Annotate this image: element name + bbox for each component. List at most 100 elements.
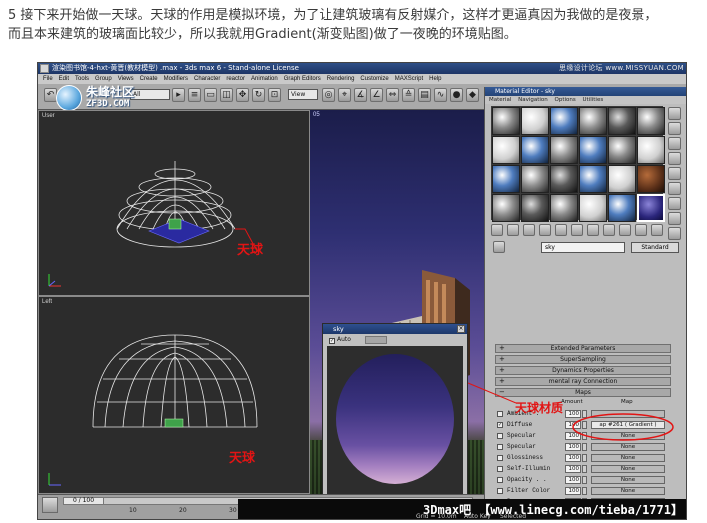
- map-amount-spinner[interactable]: [582, 410, 587, 418]
- med-menu-material[interactable]: Material: [489, 97, 511, 103]
- pick-material-icon[interactable]: [493, 241, 505, 253]
- select-by-material-icon[interactable]: [668, 212, 681, 225]
- assign-material-icon[interactable]: [523, 224, 535, 236]
- map-slot-button[interactable]: ap #261 ( Gradient ): [591, 421, 665, 429]
- material-slot[interactable]: [608, 165, 636, 193]
- curve-editor-icon[interactable]: ∿: [434, 88, 447, 102]
- material-slot[interactable]: [608, 194, 636, 222]
- menu-help[interactable]: Help: [426, 74, 444, 84]
- material-slot[interactable]: [550, 165, 578, 193]
- material-slot[interactable]: [637, 107, 665, 135]
- map-amount-spinner[interactable]: [582, 476, 587, 484]
- close-icon[interactable]: ×: [457, 325, 465, 333]
- map-slot-button[interactable]: None: [591, 432, 665, 440]
- window-crossing-icon[interactable]: ◫: [220, 88, 233, 102]
- time-config-icon[interactable]: [42, 497, 58, 513]
- menu-graph-editors[interactable]: Graph Editors: [281, 74, 324, 84]
- menu-character[interactable]: Character: [191, 74, 223, 84]
- mirror-icon[interactable]: ⇔: [386, 88, 399, 102]
- render-scene-icon[interactable]: ◆: [466, 88, 479, 102]
- material-slot[interactable]: [637, 165, 665, 193]
- map-enable-checkbox[interactable]: ✓: [497, 422, 503, 428]
- menu-maxscript[interactable]: MAXScript: [392, 74, 426, 84]
- backlight-icon[interactable]: [668, 122, 681, 135]
- show-map-in-viewport-icon[interactable]: [603, 224, 615, 236]
- rotate-icon[interactable]: ↻: [252, 88, 265, 102]
- med-menu-navigation[interactable]: Navigation: [518, 97, 548, 103]
- move-icon[interactable]: ✥: [236, 88, 249, 102]
- select-by-name-icon[interactable]: ≡: [188, 88, 201, 102]
- material-name-field[interactable]: sky: [541, 242, 625, 253]
- snap-icon[interactable]: ∡: [354, 88, 367, 102]
- map-slot-button[interactable]: None: [591, 476, 665, 484]
- pivot-icon[interactable]: ◎: [322, 88, 335, 102]
- material-slot[interactable]: [608, 107, 636, 135]
- map-enable-checkbox[interactable]: [497, 411, 503, 417]
- go-to-parent-icon[interactable]: [635, 224, 647, 236]
- material-slot[interactable]: [637, 136, 665, 164]
- map-amount-field[interactable]: 100: [565, 432, 581, 440]
- map-amount-spinner[interactable]: [582, 487, 587, 495]
- viewport-left[interactable]: Left 天球: [38, 296, 310, 494]
- material-slot[interactable]: [579, 194, 607, 222]
- map-amount-spinner[interactable]: [582, 443, 587, 451]
- material-effects-channel-icon[interactable]: [587, 224, 599, 236]
- material-slot[interactable]: [579, 136, 607, 164]
- map-enable-checkbox[interactable]: [497, 444, 503, 450]
- time-slider-thumb[interactable]: 0 / 100: [64, 498, 104, 504]
- map-enable-checkbox[interactable]: [497, 466, 503, 472]
- rollout-supersampling[interactable]: + SuperSampling: [495, 355, 671, 364]
- map-slot-button[interactable]: None: [591, 465, 665, 473]
- material-navigator-icon[interactable]: [668, 227, 681, 240]
- material-slot[interactable]: [550, 194, 578, 222]
- material-type-button[interactable]: Standard: [631, 242, 679, 253]
- align-icon[interactable]: ≙: [402, 88, 415, 102]
- material-slot[interactable]: [579, 107, 607, 135]
- auto-checkbox[interactable]: ✓: [329, 338, 335, 344]
- sample-uv-tiling-icon[interactable]: [668, 152, 681, 165]
- rollout-extended-parameters[interactable]: + Extended Parameters: [495, 344, 671, 353]
- material-slot[interactable]: [521, 136, 549, 164]
- material-slot[interactable]: [550, 107, 578, 135]
- rect-select-icon[interactable]: ▭: [204, 88, 217, 102]
- map-amount-spinner[interactable]: [582, 465, 587, 473]
- material-slot[interactable]: [521, 194, 549, 222]
- make-preview-icon[interactable]: [668, 182, 681, 195]
- rollout-mental-ray[interactable]: + mental ray Connection: [495, 377, 671, 386]
- menu-customize[interactable]: Customize: [357, 74, 391, 84]
- material-slot[interactable]: [492, 136, 520, 164]
- map-amount-field[interactable]: 100: [565, 421, 581, 429]
- map-amount-spinner[interactable]: [582, 454, 587, 462]
- get-material-icon[interactable]: [491, 224, 503, 236]
- reference-coordinate-dropdown[interactable]: View: [288, 89, 318, 100]
- material-slot[interactable]: [579, 165, 607, 193]
- material-slot[interactable]: [637, 194, 665, 222]
- material-slot[interactable]: [608, 136, 636, 164]
- map-slot-button[interactable]: None: [591, 443, 665, 451]
- reset-map-icon[interactable]: [539, 224, 551, 236]
- menu-rendering[interactable]: Rendering: [324, 74, 358, 84]
- map-amount-field[interactable]: 100: [565, 410, 581, 418]
- material-slot[interactable]: [492, 165, 520, 193]
- map-enable-checkbox[interactable]: [497, 433, 503, 439]
- med-menu-options[interactable]: Options: [555, 97, 576, 103]
- map-amount-field[interactable]: 100: [565, 465, 581, 473]
- put-to-library-icon[interactable]: [571, 224, 583, 236]
- map-amount-field[interactable]: 100: [565, 487, 581, 495]
- layer-icon[interactable]: ▤: [418, 88, 431, 102]
- scale-icon[interactable]: ⊡: [268, 88, 281, 102]
- map-amount-field[interactable]: 100: [565, 476, 581, 484]
- map-amount-spinner[interactable]: [582, 421, 587, 429]
- background-icon[interactable]: [668, 137, 681, 150]
- menu-reactor[interactable]: reactor: [223, 74, 248, 84]
- material-slot[interactable]: [492, 194, 520, 222]
- map-slot-button[interactable]: None: [591, 454, 665, 462]
- material-slot[interactable]: [521, 107, 549, 135]
- put-to-scene-icon[interactable]: [507, 224, 519, 236]
- map-enable-checkbox[interactable]: [497, 477, 503, 483]
- video-color-check-icon[interactable]: [668, 167, 681, 180]
- menu-animation[interactable]: Animation: [248, 74, 281, 84]
- map-amount-field[interactable]: 100: [565, 443, 581, 451]
- map-amount-field[interactable]: 100: [565, 454, 581, 462]
- rollout-dynamics-properties[interactable]: + Dynamics Properties: [495, 366, 671, 375]
